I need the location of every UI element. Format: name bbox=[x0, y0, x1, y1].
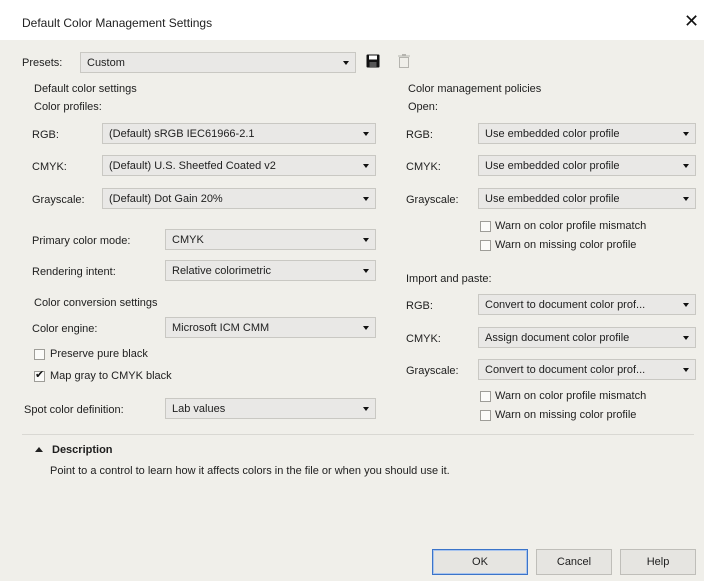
chevron-down-icon bbox=[363, 269, 369, 273]
open-rgb-label: RGB: bbox=[406, 129, 433, 141]
color-engine-dropdown[interactable]: Microsoft ICM CMM bbox=[165, 317, 376, 338]
map-gray-checkbox[interactable]: ✔ bbox=[34, 369, 45, 382]
chevron-down-icon bbox=[363, 132, 369, 136]
import-paste-heading: Import and paste: bbox=[406, 273, 492, 285]
spot-color-label: Spot color definition: bbox=[24, 404, 124, 416]
floppy-disk-icon[interactable] bbox=[366, 54, 380, 68]
chevron-down-icon bbox=[363, 197, 369, 201]
open-warn-mismatch-checkbox[interactable] bbox=[480, 221, 491, 232]
preserve-black-checkbox[interactable] bbox=[34, 349, 45, 360]
import-rgb-dropdown[interactable]: Convert to document color prof... bbox=[478, 294, 696, 315]
color-profiles-heading: Color profiles: bbox=[34, 101, 102, 113]
open-warn-mismatch-label: Warn on color profile mismatch bbox=[495, 220, 647, 232]
import-cmyk-label: CMYK: bbox=[406, 333, 441, 345]
cancel-button[interactable]: Cancel bbox=[536, 549, 612, 575]
close-icon[interactable]: ✕ bbox=[684, 12, 699, 30]
import-grayscale-label: Grayscale: bbox=[406, 365, 459, 377]
open-warn-missing-checkbox[interactable] bbox=[480, 240, 491, 251]
primary-color-mode-label: Primary color mode: bbox=[32, 235, 131, 247]
open-cmyk-value: Use embedded color profile bbox=[485, 160, 620, 172]
description-heading[interactable]: Description bbox=[52, 443, 113, 457]
section-divider bbox=[22, 434, 694, 435]
chevron-down-icon bbox=[363, 407, 369, 411]
chevron-down-icon bbox=[363, 326, 369, 330]
chevron-down-icon bbox=[683, 164, 689, 168]
open-grayscale-value: Use embedded color profile bbox=[485, 193, 620, 205]
cmyk-profile-dropdown[interactable]: (Default) U.S. Sheetfed Coated v2 bbox=[102, 155, 376, 176]
rgb-profile-value: (Default) sRGB IEC61966-2.1 bbox=[109, 128, 255, 140]
default-color-settings-heading: Default color settings bbox=[34, 83, 137, 95]
title-bar: Default Color Management Settings ✕ bbox=[0, 0, 704, 40]
open-grayscale-dropdown[interactable]: Use embedded color profile bbox=[478, 188, 696, 209]
spot-color-value: Lab values bbox=[172, 403, 226, 415]
import-grayscale-dropdown[interactable]: Convert to document color prof... bbox=[478, 359, 696, 380]
chevron-down-icon bbox=[683, 336, 689, 340]
grayscale-profile-value: (Default) Dot Gain 20% bbox=[109, 193, 223, 205]
spot-color-dropdown[interactable]: Lab values bbox=[165, 398, 376, 419]
rgb-profile-label: RGB: bbox=[32, 129, 59, 141]
rendering-intent-dropdown[interactable]: Relative colorimetric bbox=[165, 260, 376, 281]
primary-color-mode-dropdown[interactable]: CMYK bbox=[165, 229, 376, 250]
import-warn-mismatch-label: Warn on color profile mismatch bbox=[495, 390, 647, 402]
import-rgb-label: RGB: bbox=[406, 300, 433, 312]
help-button[interactable]: Help bbox=[620, 549, 696, 575]
chevron-down-icon bbox=[363, 164, 369, 168]
import-grayscale-value: Convert to document color prof... bbox=[485, 364, 646, 376]
import-cmyk-dropdown[interactable]: Assign document color profile bbox=[478, 327, 696, 348]
policies-heading: Color management policies bbox=[408, 83, 542, 95]
rgb-profile-dropdown[interactable]: (Default) sRGB IEC61966-2.1 bbox=[102, 123, 376, 144]
chevron-down-icon bbox=[683, 197, 689, 201]
ok-button[interactable]: OK bbox=[432, 549, 528, 575]
import-rgb-value: Convert to document color prof... bbox=[485, 299, 646, 311]
grayscale-profile-dropdown[interactable]: (Default) Dot Gain 20% bbox=[102, 188, 376, 209]
open-grayscale-label: Grayscale: bbox=[406, 194, 459, 206]
chevron-down-icon bbox=[683, 368, 689, 372]
cmyk-profile-label: CMYK: bbox=[32, 161, 67, 173]
primary-color-mode-value: CMYK bbox=[172, 234, 204, 246]
window-title: Default Color Management Settings bbox=[22, 16, 213, 30]
presets-dropdown[interactable]: Custom bbox=[80, 52, 356, 73]
trash-icon[interactable] bbox=[398, 54, 410, 68]
open-rgb-value: Use embedded color profile bbox=[485, 128, 620, 140]
open-heading: Open: bbox=[408, 101, 438, 113]
color-conversion-heading: Color conversion settings bbox=[34, 297, 158, 309]
presets-label: Presets: bbox=[22, 57, 63, 69]
chevron-down-icon bbox=[343, 61, 349, 65]
checkmark-icon: ✔ bbox=[35, 369, 45, 381]
open-cmyk-label: CMYK: bbox=[406, 161, 441, 173]
open-rgb-dropdown[interactable]: Use embedded color profile bbox=[478, 123, 696, 144]
presets-value: Custom bbox=[87, 57, 125, 69]
color-engine-label: Color engine: bbox=[32, 323, 98, 335]
open-warn-missing-label: Warn on missing color profile bbox=[495, 239, 637, 251]
import-warn-missing-checkbox[interactable] bbox=[480, 410, 491, 421]
open-cmyk-dropdown[interactable]: Use embedded color profile bbox=[478, 155, 696, 176]
import-warn-mismatch-checkbox[interactable] bbox=[480, 391, 491, 402]
chevron-down-icon bbox=[683, 303, 689, 307]
import-cmyk-value: Assign document color profile bbox=[485, 332, 630, 344]
import-warn-missing-label: Warn on missing color profile bbox=[495, 409, 637, 421]
caret-up-icon[interactable] bbox=[35, 447, 43, 453]
rendering-intent-label: Rendering intent: bbox=[32, 266, 116, 278]
rendering-intent-value: Relative colorimetric bbox=[172, 265, 272, 277]
description-text: Point to a control to learn how it affec… bbox=[50, 465, 450, 477]
preserve-black-label: Preserve pure black bbox=[50, 348, 148, 360]
chevron-down-icon bbox=[683, 132, 689, 136]
cmyk-profile-value: (Default) U.S. Sheetfed Coated v2 bbox=[109, 160, 276, 172]
map-gray-label: Map gray to CMYK black bbox=[50, 370, 172, 382]
chevron-down-icon bbox=[363, 238, 369, 242]
color-engine-value: Microsoft ICM CMM bbox=[172, 322, 270, 334]
grayscale-profile-label: Grayscale: bbox=[32, 194, 85, 206]
